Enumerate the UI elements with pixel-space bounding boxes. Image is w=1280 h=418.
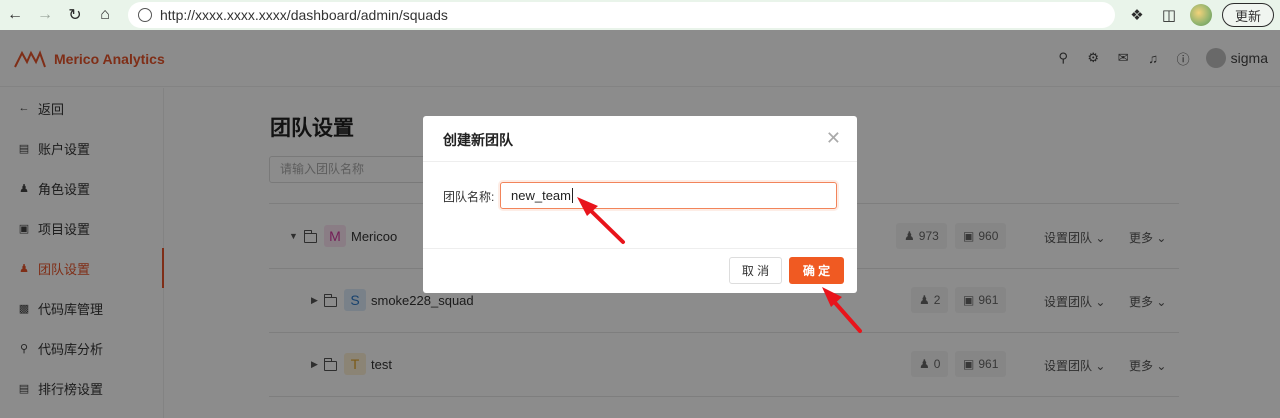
modal-title: 创建新团队	[443, 132, 513, 148]
team-name-value: new_team	[511, 188, 571, 203]
back-icon[interactable]: ←	[0, 0, 30, 30]
url-text: http://xxxx.xxxx.xxxx/dashboard/admin/sq…	[160, 7, 448, 23]
globe-icon	[138, 8, 152, 22]
sidepanel-icon[interactable]: ◫	[1158, 4, 1180, 26]
cancel-button[interactable]: 取 消	[729, 257, 782, 284]
divider	[423, 161, 857, 162]
profile-avatar[interactable]	[1189, 4, 1212, 26]
home-icon[interactable]: ⌂	[90, 0, 120, 30]
forward-icon[interactable]: →	[30, 0, 60, 30]
reload-icon[interactable]: ↻	[60, 0, 90, 30]
address-bar[interactable]: http://xxxx.xxxx.xxxx/dashboard/admin/sq…	[128, 2, 1115, 28]
team-name-input[interactable]: new_team	[500, 182, 837, 209]
close-icon[interactable]: ✕	[826, 128, 841, 149]
text-cursor	[571, 188, 573, 203]
confirm-button[interactable]: 确 定	[789, 257, 844, 284]
divider	[423, 248, 857, 249]
team-name-label: 团队名称:	[443, 190, 495, 204]
extensions-icon[interactable]: ❖	[1126, 4, 1148, 26]
browser-toolbar: ← → ↻ ⌂ http://xxxx.xxxx.xxxx/dashboard/…	[0, 0, 1280, 30]
update-button[interactable]: 更新	[1221, 3, 1274, 27]
create-team-modal: 创建新团队 ✕ 团队名称: new_team 取 消 确 定	[423, 116, 857, 293]
